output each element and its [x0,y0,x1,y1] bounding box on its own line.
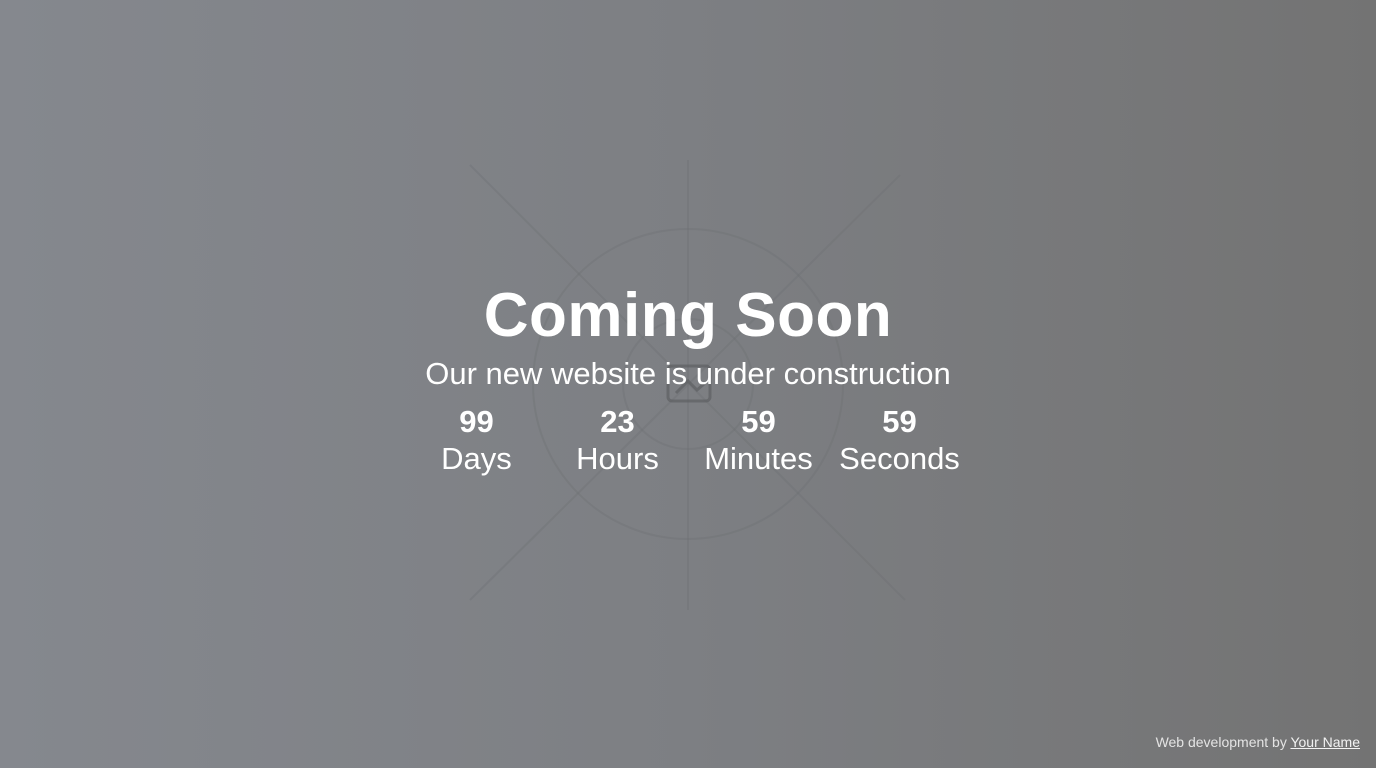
countdown-seconds: 59 Seconds [829,404,970,478]
countdown-days-value: 99 [459,404,494,439]
credit-link[interactable]: Your Name [1290,734,1360,750]
countdown-hours-label: Hours [576,441,659,476]
countdown-days: 99 Days [406,404,547,478]
countdown-hours: 23 Hours [547,404,688,478]
hero: Coming Soon Our new website is under con… [0,280,1376,478]
countdown-minutes: 59 Minutes [688,404,829,478]
countdown-seconds-value: 59 [882,404,917,439]
countdown-timer: 99 Days 23 Hours 59 Minutes 59 Seconds [0,404,1376,478]
page-subtitle: Our new website is under construction [425,356,951,391]
credit-text: Web development by [1155,734,1287,750]
countdown-hours-value: 23 [600,404,635,439]
page-title: Coming Soon [483,281,893,350]
footer-credit: Web development by Your Name [1156,734,1360,750]
countdown-minutes-value: 59 [741,404,776,439]
countdown-minutes-label: Minutes [704,441,813,476]
countdown-days-label: Days [441,441,512,476]
countdown-seconds-label: Seconds [839,441,960,476]
